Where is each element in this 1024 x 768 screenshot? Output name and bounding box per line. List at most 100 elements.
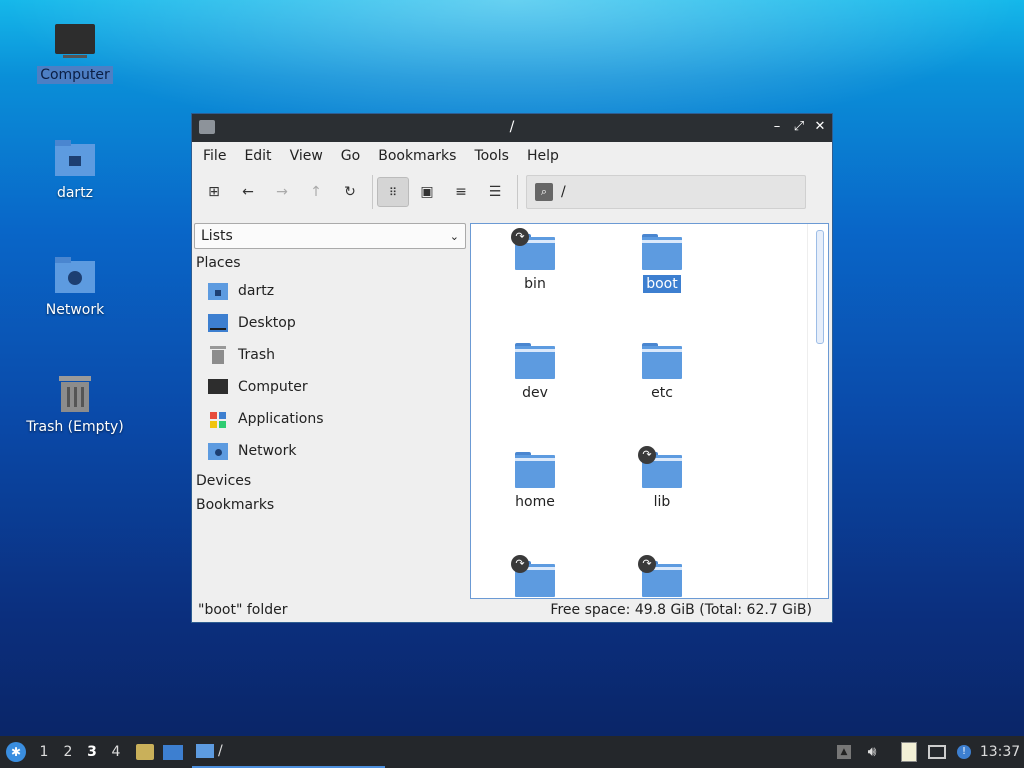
scrollbar-thumb[interactable] xyxy=(816,230,824,344)
close-button[interactable]: ✕ xyxy=(811,118,829,136)
folder-icon xyxy=(515,452,555,488)
places-header[interactable]: Places xyxy=(194,251,466,275)
compact-view-button[interactable]: ≡ xyxy=(445,177,477,207)
desktop-icon-label: dartz xyxy=(56,185,94,201)
file-cabinet-icon xyxy=(136,744,154,760)
file-item-selected[interactable]: boot xyxy=(612,234,712,293)
sidebar-item-home[interactable]: dartz xyxy=(194,275,466,307)
reload-button[interactable]: ↻ xyxy=(334,177,366,207)
task-file-manager[interactable]: / xyxy=(192,736,385,768)
notification-button[interactable]: ! xyxy=(954,736,974,768)
file-item[interactable]: ↷ lib xyxy=(612,446,712,510)
desktop-icon-label: Computer xyxy=(37,66,113,84)
desktop-icon-network[interactable]: Network xyxy=(20,257,130,319)
workspace-2[interactable]: 2 xyxy=(56,736,80,768)
volume-button[interactable]: 🔊︎ xyxy=(862,736,882,768)
detailed-list-button[interactable]: ☰ xyxy=(479,177,511,207)
symlink-icon: ↷ xyxy=(511,228,529,246)
menu-bookmarks[interactable]: Bookmarks xyxy=(369,148,465,164)
sidebar-item-trash[interactable]: Trash xyxy=(194,339,466,371)
sidebar-mode-select[interactable]: Lists ⌄ xyxy=(194,223,466,249)
file-item[interactable]: home xyxy=(485,452,585,510)
applications-icon xyxy=(208,410,228,428)
window-titlebar[interactable]: / – ⤢ ✕ xyxy=(192,114,832,142)
back-arrow-icon: ← xyxy=(242,184,254,200)
menu-help[interactable]: Help xyxy=(518,148,568,164)
clock[interactable]: 13:37 xyxy=(980,736,1020,768)
file-cabinet-launcher[interactable] xyxy=(134,736,156,768)
taskbar: ✱ 1 2 3 4 / ▲ 🔊︎ ! 13:37 xyxy=(0,736,1024,768)
bookmarks-header[interactable]: Bookmarks xyxy=(194,493,466,517)
tray-expand-button[interactable]: ▲ xyxy=(834,736,854,768)
scrollbar-track xyxy=(807,224,808,598)
new-tab-icon: ⊞ xyxy=(208,184,220,200)
file-manager-window: / – ⤢ ✕ File Edit View Go Bookmarks Tool… xyxy=(191,113,833,623)
menu-view[interactable]: View xyxy=(281,148,332,164)
workspace-1[interactable]: 1 xyxy=(32,736,56,768)
file-name: bin xyxy=(524,276,546,292)
folder-icon: ↷ xyxy=(638,446,682,488)
maximize-button[interactable]: ⤢ xyxy=(790,118,808,136)
thumbnail-view-button[interactable]: ▣ xyxy=(411,177,443,207)
up-triangle-icon: ▲ xyxy=(837,745,851,759)
sidebar-item-network[interactable]: Network xyxy=(194,435,466,467)
sidebar-item-applications[interactable]: Applications xyxy=(194,403,466,435)
menubar: File Edit View Go Bookmarks Tools Help xyxy=(192,142,832,170)
update-notification-icon: ! xyxy=(957,745,971,759)
sidebar-mode-value: Lists xyxy=(201,228,233,244)
desktop-icon-computer[interactable]: Computer xyxy=(20,22,130,84)
symlink-icon: ↷ xyxy=(511,555,529,573)
folder-icon: ↷ xyxy=(511,555,555,597)
home-folder-icon xyxy=(208,282,228,300)
desktop-icon-label: Trash (Empty) xyxy=(26,419,124,435)
new-tab-button[interactable]: ⊞ xyxy=(198,177,230,207)
sidebar-item-desktop[interactable]: Desktop xyxy=(194,307,466,339)
menu-tools[interactable]: Tools xyxy=(465,148,518,164)
desktop-icon-label: Network xyxy=(45,302,105,318)
status-selection: "boot" folder xyxy=(198,602,288,618)
app-menu-button[interactable]: ✱ xyxy=(4,736,28,768)
file-name: home xyxy=(515,494,555,510)
file-name: boot xyxy=(643,275,681,293)
menu-file[interactable]: File xyxy=(194,148,235,164)
network-folder-icon xyxy=(208,442,228,460)
icon-view-button[interactable]: ⠿ xyxy=(377,177,409,207)
file-view[interactable]: ↷ bin boot dev etc home ↷ lib ↷ ↷ xyxy=(470,223,829,599)
file-item[interactable]: dev xyxy=(485,343,585,401)
file-item[interactable]: ↷ xyxy=(612,555,712,598)
path-bar[interactable]: ⌕ / xyxy=(526,175,806,209)
desktop-icon-trash[interactable]: Trash (Empty) xyxy=(20,374,130,436)
show-desktop-launcher[interactable] xyxy=(162,736,184,768)
sidebar-item-computer[interactable]: Computer xyxy=(194,371,466,403)
folder-icon: ↷ xyxy=(511,228,555,270)
minimize-button[interactable]: – xyxy=(768,118,786,136)
up-button[interactable]: ↑ xyxy=(300,177,332,207)
reload-icon: ↻ xyxy=(344,184,356,200)
path-search-icon[interactable]: ⌕ xyxy=(535,183,553,201)
status-bar: "boot" folder Free space: 49.8 GiB (Tota… xyxy=(192,602,832,622)
clipboard-button[interactable] xyxy=(898,736,920,768)
desktop-icon-home[interactable]: dartz xyxy=(20,140,130,202)
file-item[interactable]: etc xyxy=(612,343,712,401)
file-item[interactable]: ↷ bin xyxy=(485,228,585,292)
lxqt-logo-icon: ✱ xyxy=(6,742,26,762)
file-name: etc xyxy=(651,385,673,401)
task-title: / xyxy=(218,743,223,759)
symlink-icon: ↷ xyxy=(638,555,656,573)
menu-edit[interactable]: Edit xyxy=(235,148,280,164)
menu-go[interactable]: Go xyxy=(332,148,369,164)
sidebar-item-label: Computer xyxy=(238,379,308,395)
forward-button[interactable]: → xyxy=(266,177,298,207)
workspace-4[interactable]: 4 xyxy=(104,736,128,768)
workspace-3[interactable]: 3 xyxy=(80,736,104,768)
sidebar-item-label: Trash xyxy=(238,347,275,363)
speaker-icon: 🔊︎ xyxy=(867,744,877,760)
detailed-list-icon: ☰ xyxy=(488,184,502,200)
home-folder-icon xyxy=(53,140,97,180)
devices-header[interactable]: Devices xyxy=(194,469,466,493)
file-name: dev xyxy=(522,385,548,401)
toolbar: ⊞ ← → ↑ ↻ ⠿ ▣ ≡ ☰ ⌕ / xyxy=(192,170,832,214)
back-button[interactable]: ← xyxy=(232,177,264,207)
file-item[interactable]: ↷ xyxy=(485,555,585,598)
network-status-button[interactable] xyxy=(926,736,948,768)
